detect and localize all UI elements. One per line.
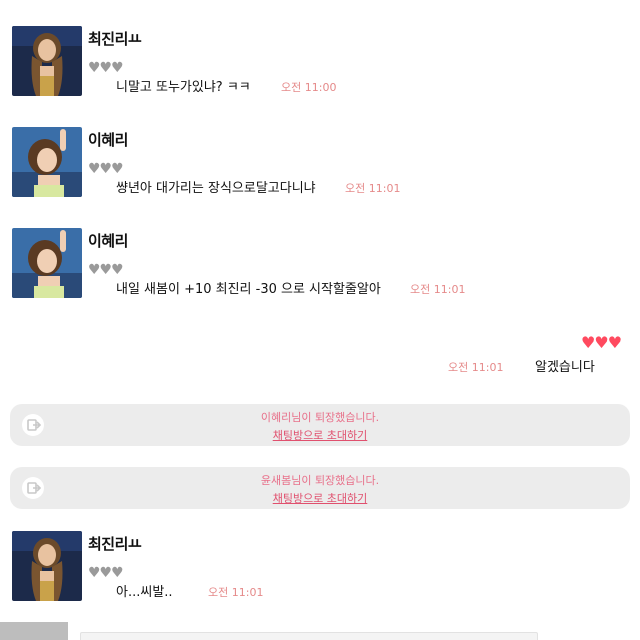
notice-text: 이혜리님이 퇴장했습니다. <box>260 411 380 424</box>
sender-name: 이혜리 <box>88 131 128 149</box>
message-time: 오전 11:01 <box>208 586 264 599</box>
message-text: 내일 새봄이 +10 최진리 -30 으로 시작할줄알아 <box>116 282 381 297</box>
message-input[interactable] <box>80 632 538 640</box>
message-text: 썅년아 대가리는 장식으로달고다니냐 <box>116 181 316 196</box>
chat-message: 이혜리 ♥♥♥ 내일 새봄이 +10 최진리 -30 으로 시작할줄알아 오전 … <box>0 228 640 312</box>
chat-message: 최진리ㅛ ♥♥♥ 니말고 또누가있냐? ㅋㅋ 오전 11:00 <box>0 26 640 110</box>
invite-link[interactable]: 채팅방으로 초대하기 <box>273 429 368 442</box>
avatar[interactable] <box>12 531 82 601</box>
heart-rating-icon: ♥♥♥ <box>88 161 124 177</box>
avatar[interactable] <box>12 228 82 298</box>
notice-text: 윤새봄님이 퇴장했습니다. <box>260 474 380 487</box>
message-time: 오전 11:01 <box>345 182 401 195</box>
heart-rating-icon: ♥♥♥ <box>581 333 622 352</box>
sender-name: 이혜리 <box>88 232 128 250</box>
my-message-text: 알겠습니다 <box>535 360 595 375</box>
avatar[interactable] <box>12 26 82 96</box>
chat-message: 이혜리 ♥♥♥ 썅년아 대가리는 장식으로달고다니냐 오전 11:01 <box>0 127 640 211</box>
message-time: 오전 11:00 <box>281 81 337 94</box>
avatar[interactable] <box>12 127 82 197</box>
bottom-panel <box>0 622 68 640</box>
sender-name: 최진리ㅛ <box>88 30 142 48</box>
invite-link[interactable]: 채팅방으로 초대하기 <box>273 492 368 505</box>
exit-notice: 윤새봄님이 퇴장했습니다. 채팅방으로 초대하기 <box>10 467 630 509</box>
exit-notice: 이혜리님이 퇴장했습니다. 채팅방으로 초대하기 <box>10 404 630 446</box>
heart-rating-icon: ♥♥♥ <box>88 60 124 76</box>
message-time: 오전 11:01 <box>448 361 504 374</box>
chat-message: 최진리ㅛ ♥♥♥ 아...씨발.. 오전 11:01 <box>0 531 640 615</box>
sender-name: 최진리ㅛ <box>88 535 142 553</box>
heart-rating-icon: ♥♥♥ <box>88 565 124 581</box>
message-text: 아...씨발.. <box>116 585 173 600</box>
heart-rating-icon: ♥♥♥ <box>88 262 124 278</box>
invite-link-wrap: 채팅방으로 초대하기 <box>10 490 630 506</box>
message-text: 니말고 또누가있냐? ㅋㅋ <box>116 80 251 95</box>
message-time: 오전 11:01 <box>410 283 466 296</box>
invite-link-wrap: 채팅방으로 초대하기 <box>10 427 630 443</box>
